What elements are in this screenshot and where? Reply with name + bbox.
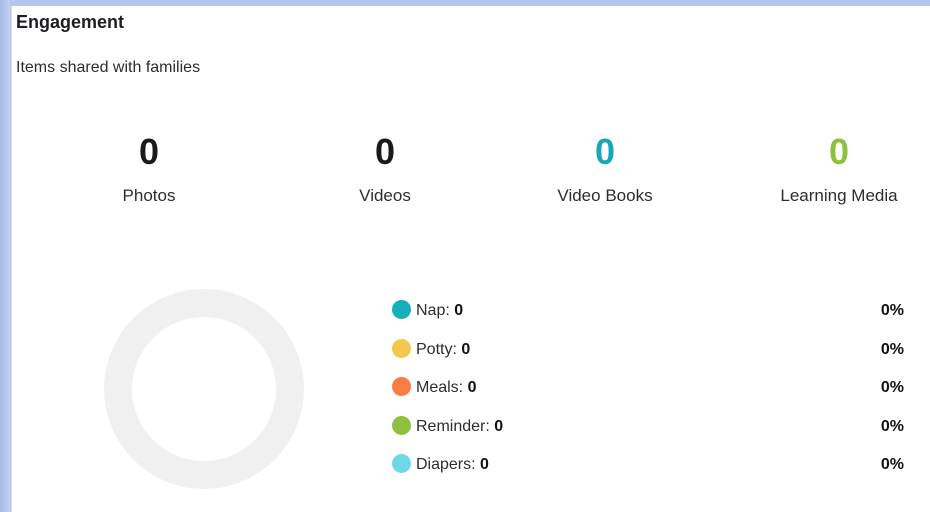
legend-label: Diapers:	[416, 456, 476, 473]
legend-item-meals: Meals: 0 0%	[392, 377, 904, 416]
stat-label: Videos	[359, 186, 411, 205]
legend-item-diapers: Diapers: 0 0%	[392, 454, 904, 493]
legend-count: 0	[461, 340, 471, 358]
engagement-card: Engagement Items shared with families 0 …	[11, 6, 930, 512]
stat-label: Photos	[122, 186, 176, 205]
stat-value: 0	[138, 131, 160, 172]
legend-label: Potty:	[416, 340, 457, 358]
shared-items-stats: 0 Photos 0 Videos 0 Video Books 0 Learni…	[64, 132, 924, 212]
legend-label: Meals:	[416, 379, 464, 396]
meals-color-dot	[392, 377, 411, 396]
legend-count: 0	[454, 302, 464, 319]
stat-value: 0	[374, 131, 396, 172]
legend-percent: 0%	[880, 302, 904, 319]
legend-item-reminder: Reminder: 0 0%	[392, 415, 904, 455]
stat-value: 0	[828, 131, 850, 172]
activity-donut-chart	[104, 289, 304, 489]
stat-learning-media: 0 Learning Media	[754, 132, 924, 206]
legend-percent: 0%	[880, 456, 904, 473]
activity-legend: Nap: 0 0% Potty: 0 0% Meals: 0 0% Remind…	[392, 300, 904, 493]
legend-item-nap: Nap: 0 0%	[392, 300, 904, 339]
legend-count: 0	[494, 417, 504, 435]
legend-percent: 0%	[880, 379, 904, 396]
stat-video-books: 0 Video Books	[520, 132, 690, 206]
legend-percent: 0%	[880, 417, 904, 435]
window-left-edge	[0, 0, 10, 512]
legend-percent: 0%	[880, 340, 904, 358]
stat-photos: 0 Photos	[64, 132, 234, 206]
legend-count: 0	[467, 379, 477, 396]
legend-label: Reminder:	[416, 417, 490, 435]
legend-item-potty: Potty: 0 0%	[392, 338, 904, 378]
stat-videos: 0 Videos	[300, 132, 470, 206]
diapers-color-dot	[392, 454, 411, 473]
stat-label: Learning Media	[780, 186, 898, 205]
card-title: Engagement	[16, 12, 125, 32]
stat-value: 0	[594, 131, 616, 172]
legend-count: 0	[480, 456, 489, 473]
donut-empty-ring	[104, 289, 304, 489]
nap-color-dot	[392, 300, 411, 319]
card-subtitle: Items shared with families	[16, 59, 201, 76]
legend-label: Nap:	[416, 302, 450, 319]
potty-color-dot	[392, 338, 411, 358]
stat-label: Video Books	[557, 186, 653, 205]
reminder-color-dot	[392, 415, 411, 435]
